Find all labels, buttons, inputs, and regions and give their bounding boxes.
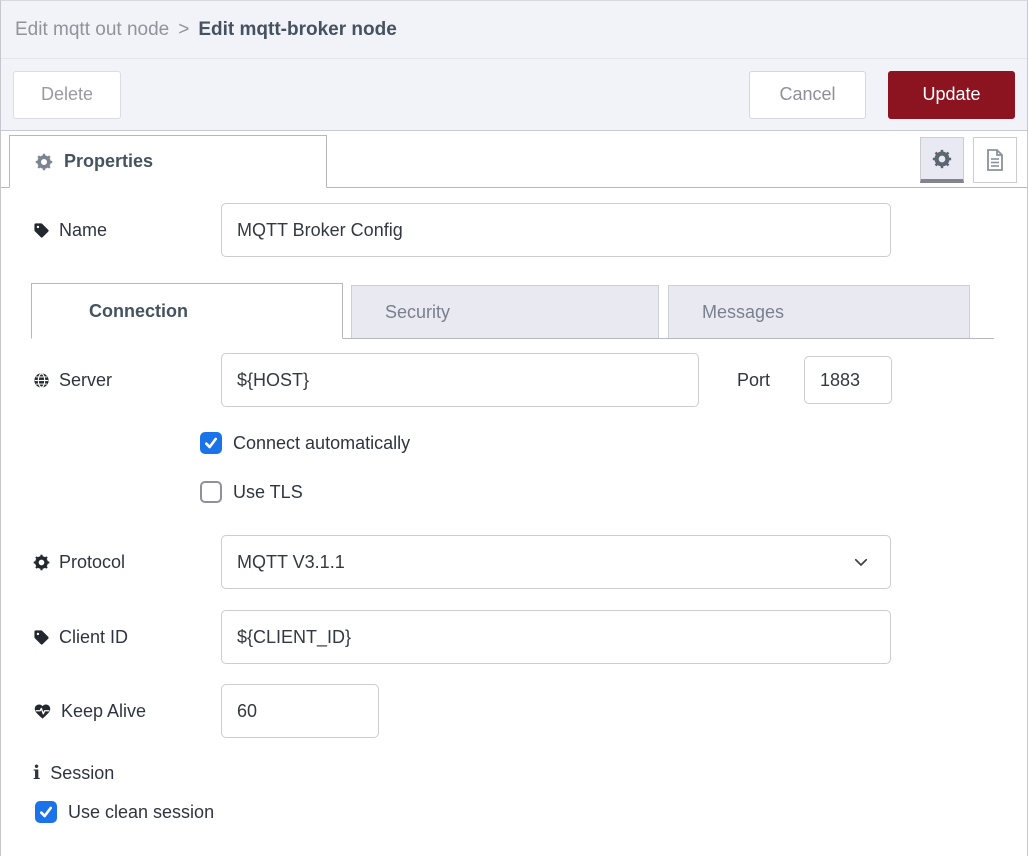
tab-properties[interactable]: Properties: [9, 135, 327, 188]
tab-connection-label: Connection: [89, 301, 188, 322]
protocol-label-text: Protocol: [59, 552, 125, 573]
node-config-form: Name Connection Security Messages: [1, 203, 1027, 823]
protocol-select[interactable]: MQTT V3.1.1: [221, 535, 891, 589]
breadcrumb-current: Edit mqtt-broker node: [198, 19, 396, 41]
dialog-button-bar: Delete Cancel Update: [1, 59, 1027, 131]
name-label-text: Name: [59, 220, 107, 241]
tab-messages[interactable]: Messages: [668, 285, 970, 338]
server-label: Server: [21, 370, 221, 391]
clean-session-row: Use clean session: [35, 801, 1007, 823]
gear-icon: [35, 153, 53, 171]
gear-icon: [932, 149, 952, 169]
gear-icon: [33, 554, 50, 571]
use-tls-label: Use TLS: [233, 482, 303, 503]
session-label-text: Session: [50, 763, 114, 784]
connect-auto-checkbox[interactable]: [200, 432, 222, 454]
session-section-heading: i Session: [33, 762, 1007, 784]
tab-security-label: Security: [385, 302, 450, 323]
chevron-down-icon: [852, 553, 870, 571]
properties-tab-label: Properties: [64, 151, 153, 172]
keep-alive-label-text: Keep Alive: [61, 701, 146, 722]
tag-icon: [33, 629, 50, 646]
edit-node-dialog: Edit mqtt out node > Edit mqtt-broker no…: [0, 0, 1028, 856]
cancel-button[interactable]: Cancel: [749, 71, 866, 119]
dialog-header: Edit mqtt out node > Edit mqtt-broker no…: [1, 1, 1027, 59]
tag-icon: [33, 222, 50, 239]
doc-icon: [984, 148, 1006, 172]
keep-alive-row: Keep Alive: [21, 684, 1007, 738]
client-id-input[interactable]: [221, 610, 891, 664]
breadcrumb-parent[interactable]: Edit mqtt out node: [15, 19, 169, 41]
clean-session-checkbox[interactable]: [35, 801, 57, 823]
port-label: Port: [737, 370, 770, 391]
check-icon: [203, 435, 219, 451]
client-id-row: Client ID: [21, 610, 1007, 664]
keep-alive-input[interactable]: [221, 684, 379, 738]
keep-alive-label: Keep Alive: [21, 701, 221, 722]
protocol-row: Protocol MQTT V3.1.1: [21, 535, 1007, 589]
protocol-label: Protocol: [21, 552, 221, 573]
server-input[interactable]: [221, 353, 699, 407]
name-label: Name: [21, 220, 221, 241]
tab-messages-label: Messages: [702, 302, 784, 323]
server-label-text: Server: [59, 370, 112, 391]
port-input[interactable]: [804, 356, 892, 404]
properties-view-button[interactable]: [920, 137, 964, 183]
server-row: Server Port: [21, 353, 1007, 407]
delete-button[interactable]: Delete: [13, 71, 121, 119]
heartbeat-icon: [33, 703, 52, 720]
use-tls-row: Use TLS: [200, 481, 1007, 503]
check-icon: [38, 804, 54, 820]
stack-toolbar: [920, 137, 1017, 183]
tab-connection[interactable]: Connection: [31, 283, 343, 339]
description-view-button[interactable]: [973, 137, 1017, 183]
clean-session-label: Use clean session: [68, 802, 214, 823]
name-row: Name: [21, 203, 1007, 257]
connect-auto-label: Connect automatically: [233, 433, 410, 454]
client-id-label: Client ID: [21, 627, 221, 648]
client-id-label-text: Client ID: [59, 627, 128, 648]
use-tls-checkbox[interactable]: [200, 481, 222, 503]
editor-stack-header: Properties: [1, 131, 1027, 188]
protocol-selected-value: MQTT V3.1.1: [237, 552, 345, 573]
name-input[interactable]: [221, 203, 891, 257]
connect-auto-row: Connect automatically: [200, 432, 1007, 454]
tab-security[interactable]: Security: [351, 285, 659, 338]
update-button[interactable]: Update: [888, 71, 1015, 119]
breadcrumb-separator: >: [178, 19, 189, 41]
info-icon: i: [33, 762, 40, 784]
broker-config-tabs: Connection Security Messages: [31, 283, 994, 339]
globe-icon: [33, 372, 50, 389]
